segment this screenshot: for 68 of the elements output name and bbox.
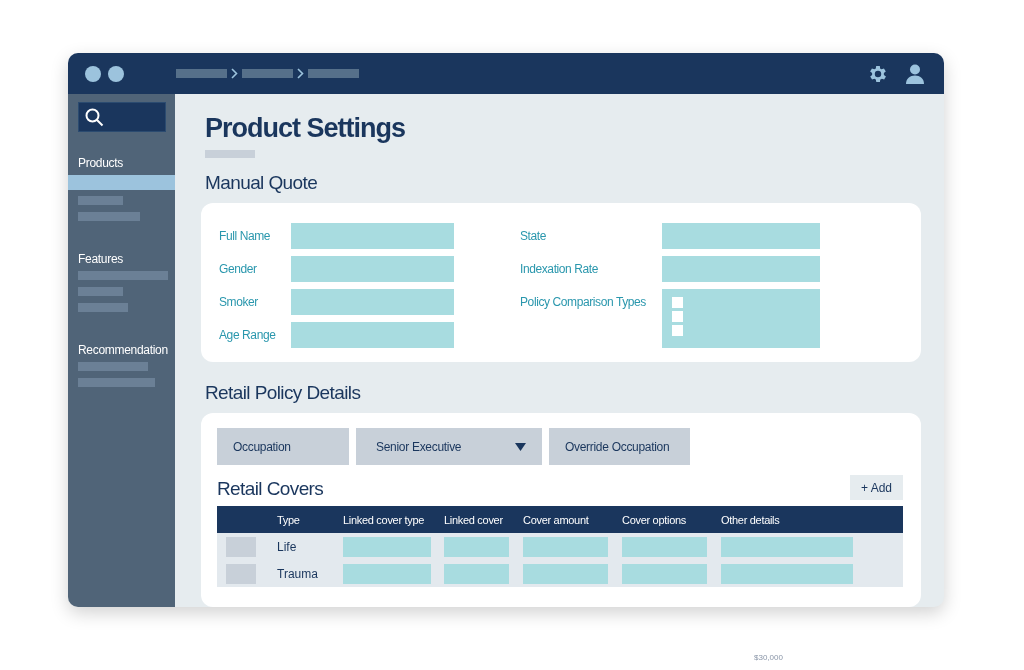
chevron-icon — [231, 68, 238, 79]
cell-input[interactable] — [444, 563, 509, 584]
subtitle-placeholder — [205, 150, 255, 158]
breadcrumb-placeholder — [176, 69, 227, 78]
section-title: Manual Quote — [205, 172, 319, 194]
search-icon — [85, 107, 104, 127]
field-label: State — [520, 228, 548, 243]
field-label: Full Name — [219, 228, 272, 243]
cell-input[interactable] — [523, 536, 608, 557]
field-label: Smoker — [219, 294, 259, 309]
sidebar-heading: Recommendation — [77, 342, 169, 359]
field-label: Gender — [219, 261, 258, 276]
cell-input[interactable] — [622, 536, 707, 557]
input-field[interactable] — [662, 256, 820, 282]
checkbox[interactable] — [672, 311, 684, 322]
field-label: Age Range — [219, 327, 277, 342]
cell-input[interactable] — [721, 536, 853, 557]
cell-input[interactable] — [721, 563, 853, 584]
column-header: Other details — [721, 513, 781, 526]
add-button[interactable]: + Add — [849, 475, 903, 500]
sidebar-item[interactable] — [68, 175, 175, 190]
input-field[interactable] — [662, 223, 820, 249]
column-header: Linked cover — [444, 513, 504, 526]
subsection-title: Retail Covers — [217, 478, 324, 500]
chevron-icon — [297, 68, 304, 79]
column-header: Type — [277, 513, 301, 526]
sidebar-item[interactable] — [78, 362, 148, 371]
search-field[interactable] — [78, 102, 166, 132]
field-label: Indexation Rate — [520, 261, 600, 276]
cell-input[interactable] — [343, 563, 431, 584]
occupation-dropdown[interactable]: Senior Executive — [356, 428, 542, 465]
cell-input[interactable] — [343, 536, 431, 557]
input-field[interactable] — [291, 256, 454, 282]
breadcrumb-placeholder — [242, 69, 293, 78]
checkbox[interactable] — [672, 297, 684, 308]
sidebar-item[interactable] — [78, 271, 168, 280]
cell-input[interactable] — [444, 536, 509, 557]
occupation-label: Occupation — [217, 428, 349, 465]
input-field[interactable] — [291, 223, 454, 249]
breadcrumb-placeholder — [308, 69, 359, 78]
cell-input[interactable] — [523, 563, 608, 584]
override-occupation-button[interactable]: Override Occupation — [549, 428, 690, 465]
sidebar-item[interactable] — [78, 303, 128, 312]
row-checkbox[interactable] — [226, 563, 256, 584]
amount-text: $30,000 — [754, 653, 784, 662]
page-title: Product Settings — [205, 113, 406, 144]
input-field[interactable] — [291, 289, 454, 315]
table-cell-text: Life — [277, 539, 298, 554]
window-dot — [85, 65, 101, 82]
input-field[interactable] — [291, 322, 454, 348]
user-icon[interactable] — [906, 63, 924, 84]
column-header: Cover amount — [523, 513, 590, 526]
sidebar-heading: Features — [77, 251, 124, 268]
sidebar-heading: Products — [77, 155, 124, 172]
checkbox[interactable] — [672, 325, 684, 336]
caret-icon — [515, 442, 526, 451]
table-cell-text: Trauma — [277, 566, 319, 581]
sidebar-item[interactable] — [78, 212, 140, 221]
column-header: Linked cover type — [343, 513, 426, 526]
window-dot — [108, 65, 124, 82]
row-checkbox[interactable] — [226, 536, 256, 557]
sidebar-item[interactable] — [78, 196, 123, 205]
cell-input[interactable] — [622, 563, 707, 584]
section-title: Retail Policy Details — [205, 382, 362, 404]
column-header: Cover options — [622, 513, 687, 526]
sidebar-item[interactable] — [78, 378, 155, 387]
field-label: Policy Comparison Types — [520, 294, 647, 309]
sidebar-item[interactable] — [78, 287, 123, 296]
